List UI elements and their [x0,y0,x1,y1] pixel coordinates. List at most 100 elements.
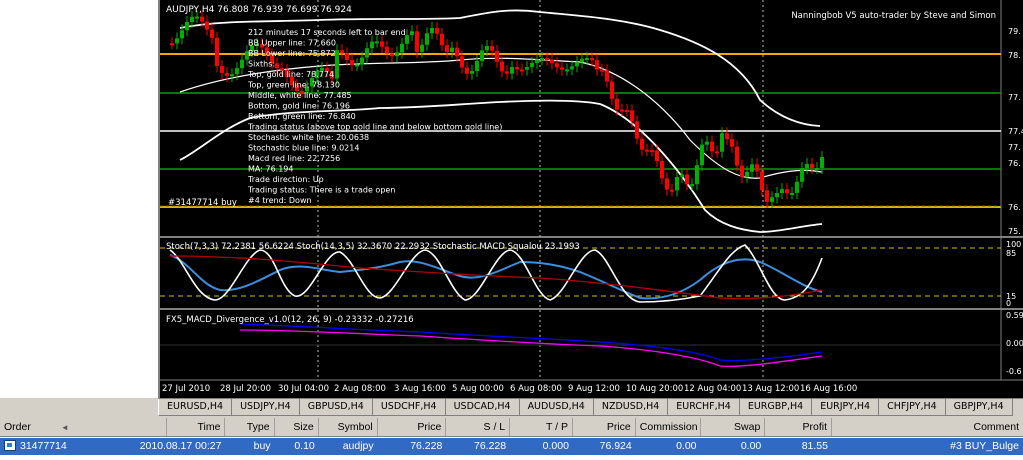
candle-body [410,31,414,36]
candle-body [755,164,759,172]
chart-tab[interactable]: USDCHF,H4 [372,399,446,416]
info-line: BB Upper line: 77.660 [248,39,336,48]
candle-body [425,33,429,45]
table-row[interactable]: 31477714 2010.08.17 00:27 buy 0.10 audjp… [0,438,1023,455]
col-order[interactable]: Order ◄ [0,418,167,436]
candle-body [460,56,464,68]
candle-body [580,58,584,63]
candle-body [365,48,369,58]
candle-body [600,69,604,72]
col-swap[interactable]: Swap [701,418,766,436]
col-sl[interactable]: S / L [446,418,511,436]
candle-body [800,168,804,182]
candle-body [350,59,354,66]
candle-body [530,63,534,68]
time-label: 3 Aug 16:00 [394,384,446,394]
chart-tab[interactable]: EURGBP,H4 [739,399,813,416]
candle-body [185,21,189,31]
candle-body [565,69,569,72]
candle-body [720,133,724,152]
candle-body [775,193,779,198]
col-profit[interactable]: Profit [765,418,833,436]
candle-body [805,163,809,169]
candle-body [680,174,684,177]
price-tick: 77.4 [1008,127,1023,136]
candle-body [190,16,194,22]
candle-body [820,157,824,168]
candle-body [375,41,379,44]
candle-body [730,139,734,147]
col-time[interactable]: Time [167,418,226,436]
candle-body [810,163,814,169]
stoch-tick: 100 [1006,240,1021,249]
candle-body [725,133,729,140]
col-commission[interactable]: Commission [636,418,701,436]
candle-body [445,45,449,52]
price-tick: 77. [1008,143,1021,152]
chart-canvas[interactable]: AUDJPY,H4 76.808 76.939 76.699 76.924 Na… [160,0,1023,398]
chart-tab[interactable]: EURCHF,H4 [668,399,740,416]
candle-body [610,81,614,99]
col-type[interactable]: Type [225,418,275,436]
terminal-header-row: Order ◄ Time Type Size Symbol Price S / L… [0,418,1023,437]
info-line: Middle, white line: 77.485 [248,91,352,100]
candle-body [340,50,344,54]
candle-body [495,50,499,62]
chart-window[interactable]: AUDJPY,H4 76.808 76.939 76.699 76.924 Na… [158,0,1023,398]
time-label: 30 Jul 04:00 [278,384,329,394]
cell-price2: 76.924 [599,440,632,452]
col-size[interactable]: Size [275,418,319,436]
candle-body [220,65,224,73]
chart-tab[interactable]: AUDUSD,H4 [519,399,594,416]
chart-tab[interactable]: USDCAD,H4 [445,399,520,416]
candle-body [450,47,454,52]
macd-axis: 0.59 0.00 -0.6 [1006,311,1023,376]
chart-tab[interactable]: CHFJPY,H4 [879,399,946,416]
candle-body [650,150,654,153]
time-label: 13 Aug 12:00 [742,384,799,394]
price-tick: 79. [1008,27,1021,36]
chart-tab[interactable]: EURJPY,H4 [812,399,880,416]
candle-body [635,121,639,139]
candle-body [785,189,789,194]
info-line: Sixths: [248,60,275,69]
candle-body [420,44,424,52]
candle-body [240,59,244,69]
cell-sl: 76.228 [473,440,507,452]
time-label: 12 Aug 04:00 [684,384,741,394]
col-comment[interactable]: Comment [832,418,1023,436]
terminal-window: Order ◄ Time Type Size Symbol Price S / L… [0,418,1023,460]
candle-body [670,189,674,192]
candle-body [370,41,374,49]
chart-tab[interactable]: EURUSD,H4 [158,399,233,416]
candle-body [500,61,504,72]
candle-body [665,178,669,190]
candle-body [415,31,419,52]
chart-tab[interactable]: USDJPY,H4 [232,399,300,416]
info-line: BB Lower line: 75.872 [248,49,336,58]
col-symbol[interactable]: Symbol [319,418,378,436]
candle-body [275,63,279,69]
stoch-label: Stoch(7,3,3) 72.2381 56.6224 Stoch(14,3,… [166,242,580,252]
cell-swap: 0.00 [740,440,762,452]
col-price[interactable]: Price [378,418,447,436]
candle-body [705,141,709,145]
sort-icon: ◄ [60,423,69,432]
cell-commission: 0.00 [676,440,697,452]
candle-body [200,16,204,22]
candle-body [615,98,619,110]
candle-body [715,151,719,154]
col-price2[interactable]: Price [573,418,636,436]
cell-symbol: audjpy [342,440,374,452]
candle-body [745,171,749,177]
candle-body [485,46,489,51]
price-tick: 76. [1008,203,1021,212]
chart-tab[interactable]: NZDUSD,H4 [593,399,669,416]
candle-body [180,30,184,39]
chart-tab[interactable]: GBPJPY,H4 [945,399,1013,416]
chart-tab[interactable]: GBPUSD,H4 [299,399,373,416]
candle-body [685,174,689,185]
col-tp[interactable]: T / P [510,418,573,436]
info-line: Trading status (above top gold line and … [247,123,502,132]
candle-body [205,21,209,30]
